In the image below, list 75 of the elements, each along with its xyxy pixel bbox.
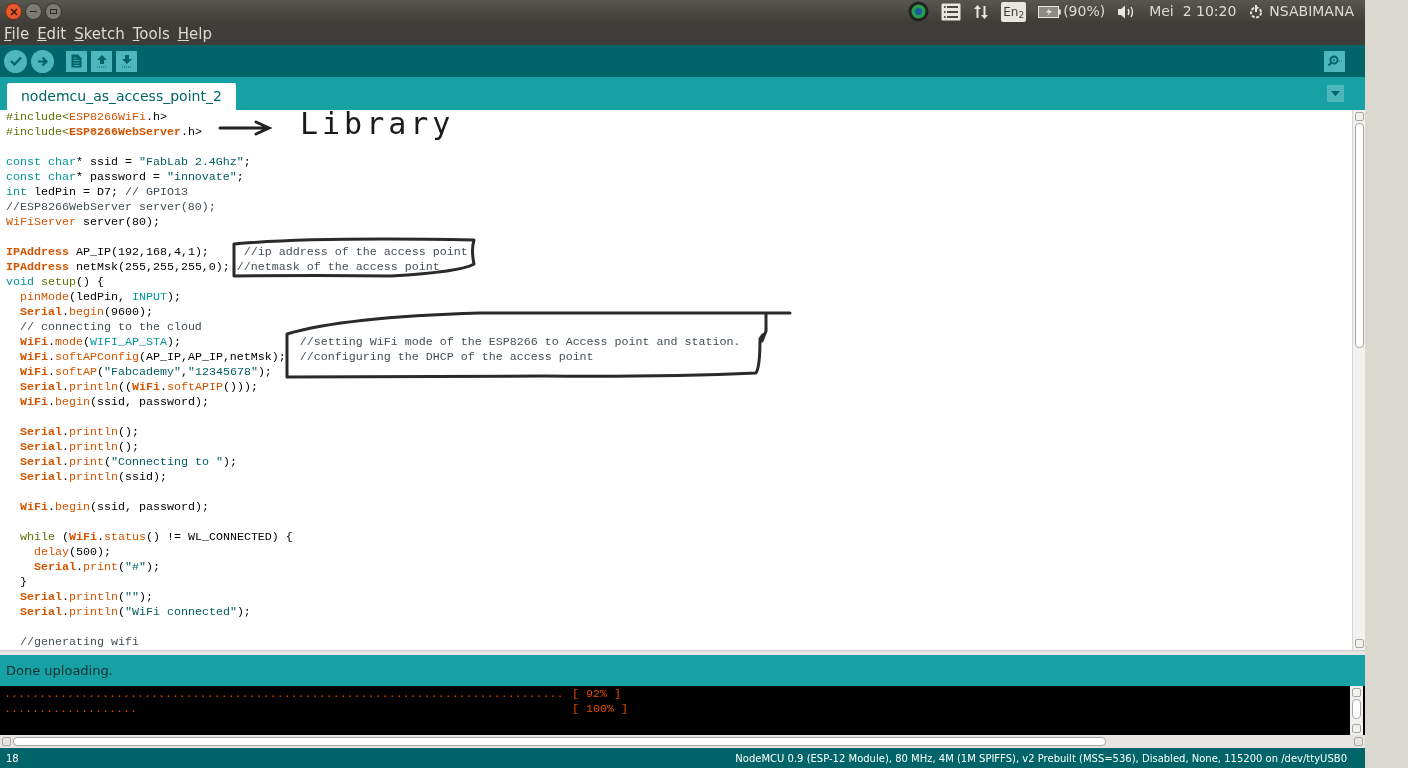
progress-percentage: [ 92% ] xyxy=(572,687,621,702)
verify-button[interactable] xyxy=(4,49,27,73)
code-line: while (WiFi.status() != WL_CONNECTED) { xyxy=(20,530,293,545)
horizontal-scrollbar[interactable] xyxy=(0,735,1365,748)
menu-item[interactable]: Sketch xyxy=(74,24,125,44)
code-line: WiFi.begin(ssid, password); xyxy=(20,395,209,410)
code-line: Serial.println(); xyxy=(20,440,139,455)
user-name[interactable]: NSABIMANA xyxy=(1269,1,1354,22)
sketch-tab[interactable]: nodemcu_as_access_point_2 xyxy=(7,83,236,110)
menu-item[interactable]: Tools xyxy=(132,24,170,44)
power-icon[interactable] xyxy=(1248,3,1265,20)
close-button[interactable] xyxy=(5,3,22,20)
code-line: //generating wifi xyxy=(20,635,139,650)
colorful-circle-icon[interactable] xyxy=(908,1,930,22)
code-line: void setup() { xyxy=(6,275,104,290)
battery-icon[interactable] xyxy=(1038,5,1062,18)
progress-dots: ................................................................................ xyxy=(4,687,565,702)
document-icon xyxy=(71,54,82,68)
line-number: 18 xyxy=(6,751,19,766)
checkmark-icon xyxy=(9,56,22,66)
code-line: Serial.println(ssid); xyxy=(20,470,167,485)
code-line: Serial.println((WiFi.softAPIP())); xyxy=(20,380,258,395)
magnifier-icon xyxy=(1326,55,1343,67)
code-line: Serial.print("Connecting to "); xyxy=(20,455,237,470)
code-line: Serial.println(""); xyxy=(20,590,153,605)
code-line: const char* ssid = "FabLab 2.4Ghz"; xyxy=(6,155,251,170)
menu-item[interactable]: File xyxy=(4,24,30,44)
code-line: Serial.begin(9600); xyxy=(20,305,153,320)
new-button[interactable] xyxy=(66,50,87,72)
code-line: // connecting to the cloud xyxy=(20,320,202,335)
code-line: const char* password = "innovate"; xyxy=(6,170,244,185)
battery-percentage: (90%) xyxy=(1063,2,1106,21)
code-line: #include<ESP8266WiFi.h> xyxy=(6,110,167,125)
code-line: Serial.print("#"); xyxy=(34,560,160,575)
code-line: WiFi.softAPConfig(AP_IP,AP_IP,netMsk); //configuring the DHCP of the access point xyxy=(20,350,594,365)
code-line: int ledPin = D7; // GPIO13 xyxy=(6,185,188,200)
maximize-button[interactable] xyxy=(45,3,62,20)
list-icon[interactable] xyxy=(941,2,962,21)
caret-icon xyxy=(1331,91,1340,96)
vertical-scrollbar[interactable] xyxy=(1352,110,1365,650)
code-line: Serial.println("WiFi connected"); xyxy=(20,605,251,620)
vertical-scrollbar[interactable] xyxy=(1350,686,1363,735)
code-line: WiFi.begin(ssid, password); xyxy=(20,500,209,515)
arrow-up-icon xyxy=(95,54,108,68)
progress-dots: ................... xyxy=(4,702,138,717)
code-line: WiFiServer server(80); xyxy=(6,215,160,230)
tab-menu-button[interactable] xyxy=(1327,85,1344,102)
hand-drawn-arrow xyxy=(218,120,272,136)
status-message: Done uploading. xyxy=(6,661,113,680)
code-line: WiFi.softAP("Fabcademy","12345678"); xyxy=(20,365,272,380)
code-line: pinMode(ledPin, INPUT); xyxy=(20,290,181,305)
close-icon xyxy=(9,7,18,16)
menu-item[interactable]: Edit xyxy=(37,24,67,44)
keyboard-layout-indicator[interactable]: En$_{2}$ xyxy=(1001,1,1027,22)
serial-monitor-button[interactable] xyxy=(1324,50,1345,72)
menu-item[interactable]: Help xyxy=(177,24,212,44)
arrow-right-icon xyxy=(36,55,49,67)
arrow-down-icon xyxy=(120,54,133,68)
board-info: NodeMCU 0.9 (ESP-12 Module), 80 MHz, 4M (1M SPIFFS), v2 Prebuilt (MSS=536), Disabled, None, 115200 on /dev/ttyUSB0 xyxy=(735,751,1348,766)
upload-button[interactable] xyxy=(31,49,54,73)
code-line: } xyxy=(20,575,27,590)
code-line: IPAddress AP_IP(192,168,4,1); //ip address of the access point xyxy=(6,245,468,260)
clock[interactable]: Mei 2 10:20 xyxy=(1149,1,1237,22)
up-down-arrows-icon[interactable] xyxy=(973,3,990,20)
code-line: //ESP8266WebServer server(80); xyxy=(6,200,216,215)
code-line: WiFi.mode(WIFI_AP_STA); //setting WiFi mode of the ESP8266 to Access point and station. xyxy=(20,335,741,350)
minimize-button[interactable] xyxy=(25,3,42,20)
code-line: #include<ESP8266WebServer.h> xyxy=(6,125,202,140)
handwritten-label: Library xyxy=(300,108,455,140)
code-line: Serial.println(); xyxy=(20,425,139,440)
open-button[interactable] xyxy=(91,50,112,72)
save-button[interactable] xyxy=(116,50,137,72)
code-line: IPAddress netMsk(255,255,255,0); //netmask of the access point xyxy=(6,260,440,275)
progress-percentage: [ 100% ] xyxy=(572,702,628,717)
code-line: delay(500); xyxy=(34,545,111,560)
